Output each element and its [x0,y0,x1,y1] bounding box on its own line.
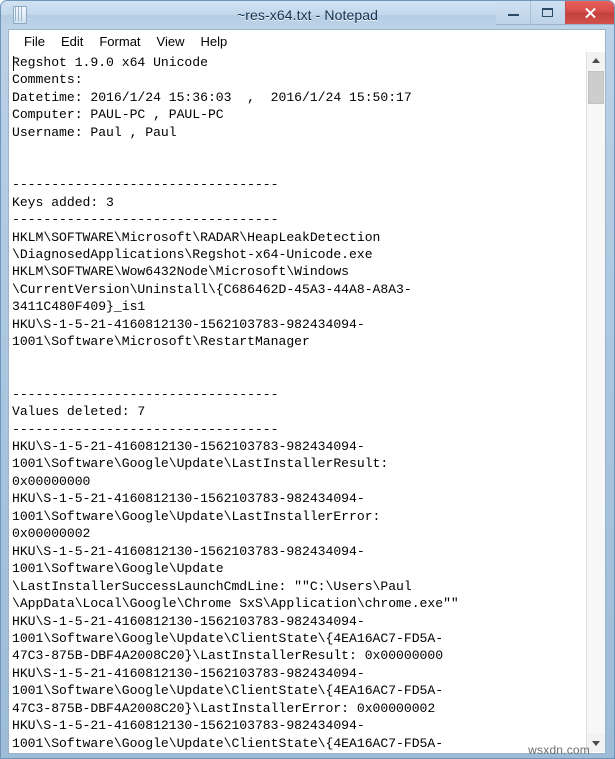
menu-item-edit[interactable]: Edit [53,32,91,51]
text-caret [13,56,14,71]
title-bar[interactable]: ~res-x64.txt - Notepad [1,1,614,29]
menu-item-file[interactable]: File [16,32,53,51]
close-button[interactable] [565,1,614,25]
menu-item-help[interactable]: Help [192,32,235,51]
chevron-down-icon [592,741,600,746]
scroll-up-button[interactable] [587,52,605,70]
chevron-up-icon [592,58,600,63]
minimize-icon [508,14,519,16]
notepad-window: ~res-x64.txt - Notepad File Edit Format … [0,0,615,759]
text-editor[interactable]: Regshot 1.9.0 x64 Unicode Comments: Date… [9,52,587,752]
scroll-thumb[interactable] [588,71,604,104]
vertical-scrollbar[interactable] [586,52,605,752]
close-icon [584,7,596,19]
editor-area: Regshot 1.9.0 x64 Unicode Comments: Date… [8,52,606,754]
window-controls [496,1,614,25]
minimize-button[interactable] [496,1,530,25]
menu-bar: File Edit Format View Help [8,29,606,52]
watermark: wsxdn.com [528,743,590,757]
maximize-button[interactable] [530,1,565,25]
maximize-icon [542,8,553,17]
menu-item-format[interactable]: Format [91,32,148,51]
menu-item-view[interactable]: View [149,32,193,51]
document-text[interactable]: Regshot 1.9.0 x64 Unicode Comments: Date… [12,54,587,752]
